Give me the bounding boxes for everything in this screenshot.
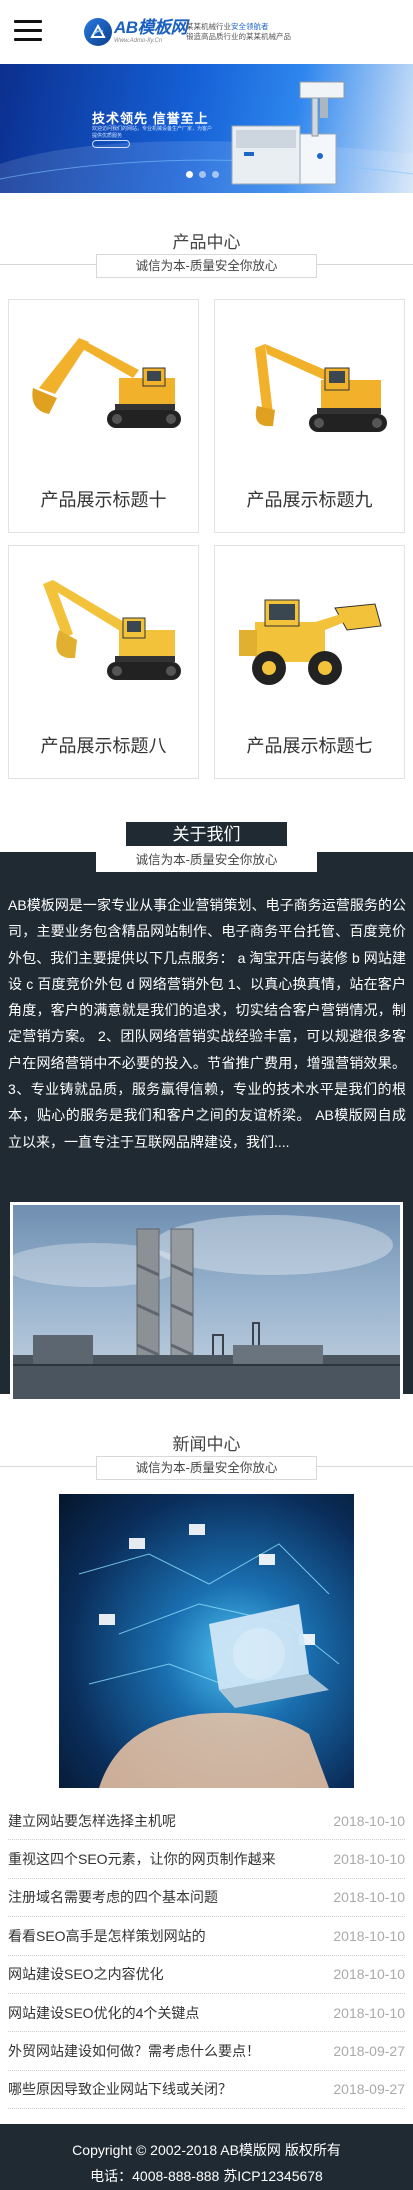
wheel-loader-image — [239, 599, 382, 685]
excavator-image — [43, 580, 181, 680]
product-card[interactable]: 产品展示标题十 — [8, 299, 199, 533]
carousel-dot[interactable] — [212, 171, 219, 178]
products-title: 产品中心 — [172, 233, 241, 252]
carousel-dot[interactable] — [199, 171, 206, 178]
news-date: 2018-10-10 — [333, 1966, 405, 1983]
tagline-highlight: 安全领航者 — [231, 22, 269, 31]
product-name: 产品展示标题七 — [246, 736, 373, 756]
news-item[interactable]: 网站建设SEO之内容优化 2018-10-10 — [8, 1956, 405, 1994]
news-title: 新闻中心 — [172, 1435, 241, 1454]
logo-badge-icon — [84, 18, 112, 46]
news-date: 2018-09-27 — [333, 2043, 405, 2060]
product-name: 产品展示标题九 — [246, 490, 373, 510]
news-item[interactable]: 网站建设SEO优化的4个关键点 2018-10-10 — [8, 1994, 405, 2033]
banner-more-button[interactable] — [92, 140, 130, 148]
news-date: 2018-10-10 — [333, 1927, 405, 1944]
tagline-line2: 锻造高品质行业的某某机械产品 — [186, 32, 291, 41]
product-card[interactable]: 产品展示标题九 — [214, 299, 405, 533]
tagline-prefix: 某某机械行业 — [186, 22, 231, 31]
news-date: 2018-10-10 — [333, 1851, 405, 1868]
about-text: AB模板网是一家专业从事企业营销策划、电子商务运营服务的公司，主要业务包含精品网… — [8, 897, 406, 1150]
about-section-header: 关于我们 诚信为本-质量安全你放心 — [0, 822, 413, 878]
news-item[interactable]: 看看SEO高手是怎样策划网站的 2018-10-10 — [8, 1917, 405, 1956]
news-item[interactable]: 建立网站要怎样选择主机呢 2018-10-10 — [8, 1802, 405, 1841]
header-tagline: 某某机械行业安全领航者 锻造高品质行业的某某机械产品 — [186, 22, 291, 42]
news-item[interactable]: 外贸网站建设如何做？需考虑什么要点！ 2018-09-27 — [8, 2032, 405, 2071]
news-title[interactable]: 外贸网站建设如何做？需考虑什么要点！ — [8, 2041, 260, 2061]
banner-title: 技术领先 信誉至上 — [92, 111, 209, 126]
news-item[interactable]: 哪些原因导致企业网站下线或关闭？ 2018-09-27 — [8, 2071, 405, 2110]
news-slogan: 诚信为本-质量安全你放心 — [96, 1456, 317, 1480]
about-title: 关于我们 — [126, 822, 287, 846]
banner-subtitle: 欢迎访问我们的网站，专业机械设备生产厂家，为客户提供优质服务 — [92, 126, 213, 139]
site-header: AB模板网 Www.Admo-fly.Cn 某某机械行业安全领航者 锻造高品质行… — [0, 0, 413, 64]
news-title[interactable]: 网站建设SEO之内容优化 — [8, 1964, 164, 1984]
news-title[interactable]: 建立网站要怎样选择主机呢 — [8, 1811, 176, 1831]
news-item[interactable]: 注册域名需要考虑的四个基本问题 2018-10-10 — [8, 1879, 405, 1918]
footer-copyright: Copyright © 2002-2018 AB模版网 版权所有 — [72, 2142, 341, 2158]
products-slogan: 诚信为本-质量安全你放心 — [96, 254, 317, 278]
carousel-dots — [186, 171, 225, 178]
hand-laptop-network-illustration — [78, 1524, 340, 1788]
news-title[interactable]: 注册域名需要考虑的四个基本问题 — [8, 1887, 218, 1907]
news-section-header: 新闻中心 诚信为本-质量安全你放心 — [0, 1430, 413, 1486]
product-name: 产品展示标题八 — [40, 736, 167, 756]
excavator-image — [255, 344, 387, 432]
news-title[interactable]: 看看SEO高手是怎样策划网站的 — [8, 1926, 206, 1946]
news-list: 建立网站要怎样选择主机呢 2018-10-10 重视这四个SEO元素，让你的网页制… — [8, 1802, 405, 2110]
news-date: 2018-09-27 — [333, 2081, 405, 2098]
product-card[interactable]: 产品展示标题七 — [214, 545, 405, 779]
site-footer: Copyright © 2002-2018 AB模版网 版权所有 电话：4008… — [0, 2124, 413, 2190]
excavator-image — [32, 338, 181, 428]
news-feature-image[interactable] — [59, 1494, 354, 1788]
news-title[interactable]: 重视这四个SEO元素，让你的网页制作越来 — [8, 1849, 276, 1869]
news-date: 2018-10-10 — [333, 1812, 405, 1829]
factory-chimneys-illustration — [13, 1215, 400, 1399]
news-date: 2018-10-10 — [333, 2004, 405, 2021]
factory-image[interactable] — [10, 1202, 403, 1402]
product-name: 产品展示标题十 — [40, 490, 167, 510]
logo-sub: Www.Admo-fly.Cn — [114, 38, 163, 44]
logo-name: AB模板网 — [114, 18, 188, 37]
news-item[interactable]: 重视这四个SEO元素，让你的网页制作越来 2018-10-10 — [8, 1840, 405, 1879]
hero-banner[interactable]: 技术领先 信誉至上 欢迎访问我们的网站，专业机械设备生产厂家，为客户提供优质服务 — [0, 64, 413, 193]
carousel-dot[interactable] — [186, 171, 193, 178]
news-title[interactable]: 网站建设SEO优化的4个关键点 — [8, 2003, 199, 2023]
product-card[interactable]: 产品展示标题八 — [8, 545, 199, 779]
products-section-header: 产品中心 诚信为本-质量安全你放心 — [0, 228, 413, 284]
about-slogan: 诚信为本-质量安全你放心 — [96, 848, 317, 872]
news-title[interactable]: 哪些原因导致企业网站下线或关闭？ — [8, 2079, 232, 2099]
menu-icon[interactable] — [14, 20, 42, 42]
news-date: 2018-10-10 — [333, 1889, 405, 1906]
footer-contact: 电话：4008-888-888 苏ICP12345678 — [90, 2168, 323, 2184]
site-logo[interactable]: AB模板网 Www.Admo-fly.Cn — [84, 16, 188, 48]
